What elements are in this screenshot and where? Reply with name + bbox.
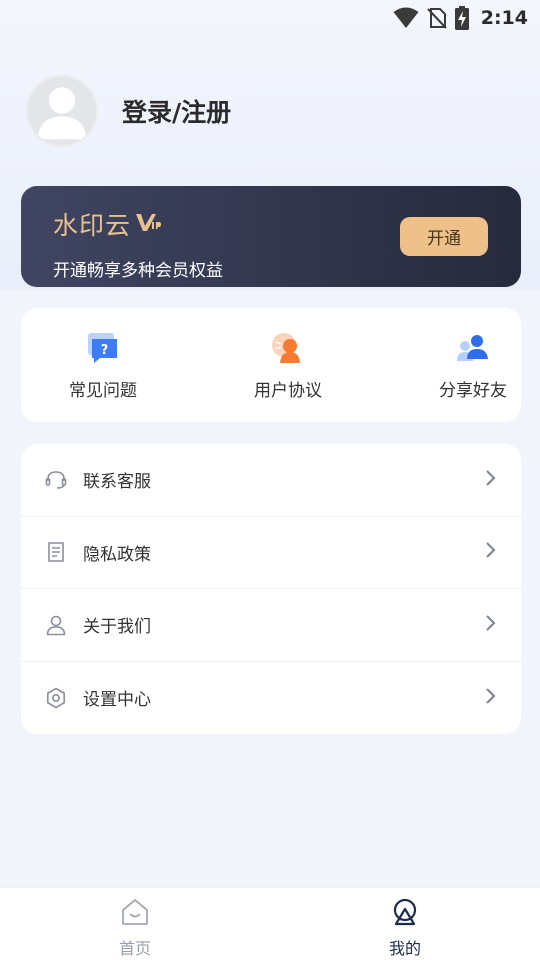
vip-open-button[interactable]: 开通 — [400, 217, 488, 256]
menu-item-privacy-policy[interactable]: 隐私政策 — [21, 517, 521, 589]
menu-label: 关于我们 — [83, 617, 151, 638]
shortcut-agreement[interactable]: 用户协议 — [254, 308, 322, 422]
home-icon — [120, 897, 150, 931]
status-time: 2:14 — [480, 7, 528, 29]
wifi-icon — [393, 7, 419, 29]
shortcut-card: ? 常见问题 用户协议 分享好友 — [21, 308, 521, 422]
status-bar: 2:14 — [0, 0, 540, 36]
person-icon — [45, 614, 67, 636]
shortcut-label: 用户协议 — [254, 381, 322, 401]
chevron-right-icon — [483, 686, 497, 710]
tab-home[interactable]: 首页 — [0, 888, 270, 960]
agreement-icon — [268, 328, 308, 368]
no-sim-icon — [427, 7, 447, 29]
tab-label: 首页 — [118, 939, 151, 958]
vip-title: 水印云 — [53, 211, 132, 240]
menu-label: 设置中心 — [83, 690, 151, 711]
shortcut-label: 常见问题 — [69, 381, 137, 401]
vip-card[interactable]: 水印云 开通畅享多种会员权益 开通 — [21, 186, 521, 287]
shortcut-label: 分享好友 — [439, 381, 507, 401]
faq-icon: ? — [83, 328, 123, 368]
share-friends-icon — [453, 328, 493, 368]
menu-list: 联系客服 隐私政策 关于我们 设置中心 — [21, 444, 521, 734]
user-avatar-icon[interactable] — [26, 75, 98, 147]
chevron-right-icon — [483, 468, 497, 492]
shortcut-faq[interactable]: ? 常见问题 — [69, 308, 137, 422]
bottom-tab-bar: 首页 我的 — [0, 887, 540, 960]
profile-icon — [390, 897, 420, 931]
chevron-right-icon — [483, 613, 497, 637]
svg-text:?: ? — [101, 343, 109, 358]
tab-label: 我的 — [388, 939, 421, 958]
headset-icon — [45, 469, 67, 491]
menu-label: 隐私政策 — [83, 544, 151, 565]
menu-item-contact-service[interactable]: 联系客服 — [21, 444, 521, 517]
menu-item-about-us[interactable]: 关于我们 — [21, 589, 521, 662]
shortcut-share[interactable]: 分享好友 — [439, 308, 507, 422]
document-icon — [45, 541, 67, 563]
vip-badge-icon — [135, 211, 162, 237]
profile-header[interactable]: 登录/注册 — [26, 75, 231, 147]
gear-icon — [45, 687, 67, 709]
menu-label: 联系客服 — [83, 472, 151, 493]
login-register-link[interactable]: 登录/注册 — [122, 93, 231, 129]
chevron-right-icon — [483, 540, 497, 564]
tab-mine[interactable]: 我的 — [270, 888, 540, 960]
menu-item-settings[interactable]: 设置中心 — [21, 662, 521, 735]
battery-charging-icon — [454, 6, 469, 30]
vip-subtitle: 开通畅享多种会员权益 — [53, 261, 223, 281]
